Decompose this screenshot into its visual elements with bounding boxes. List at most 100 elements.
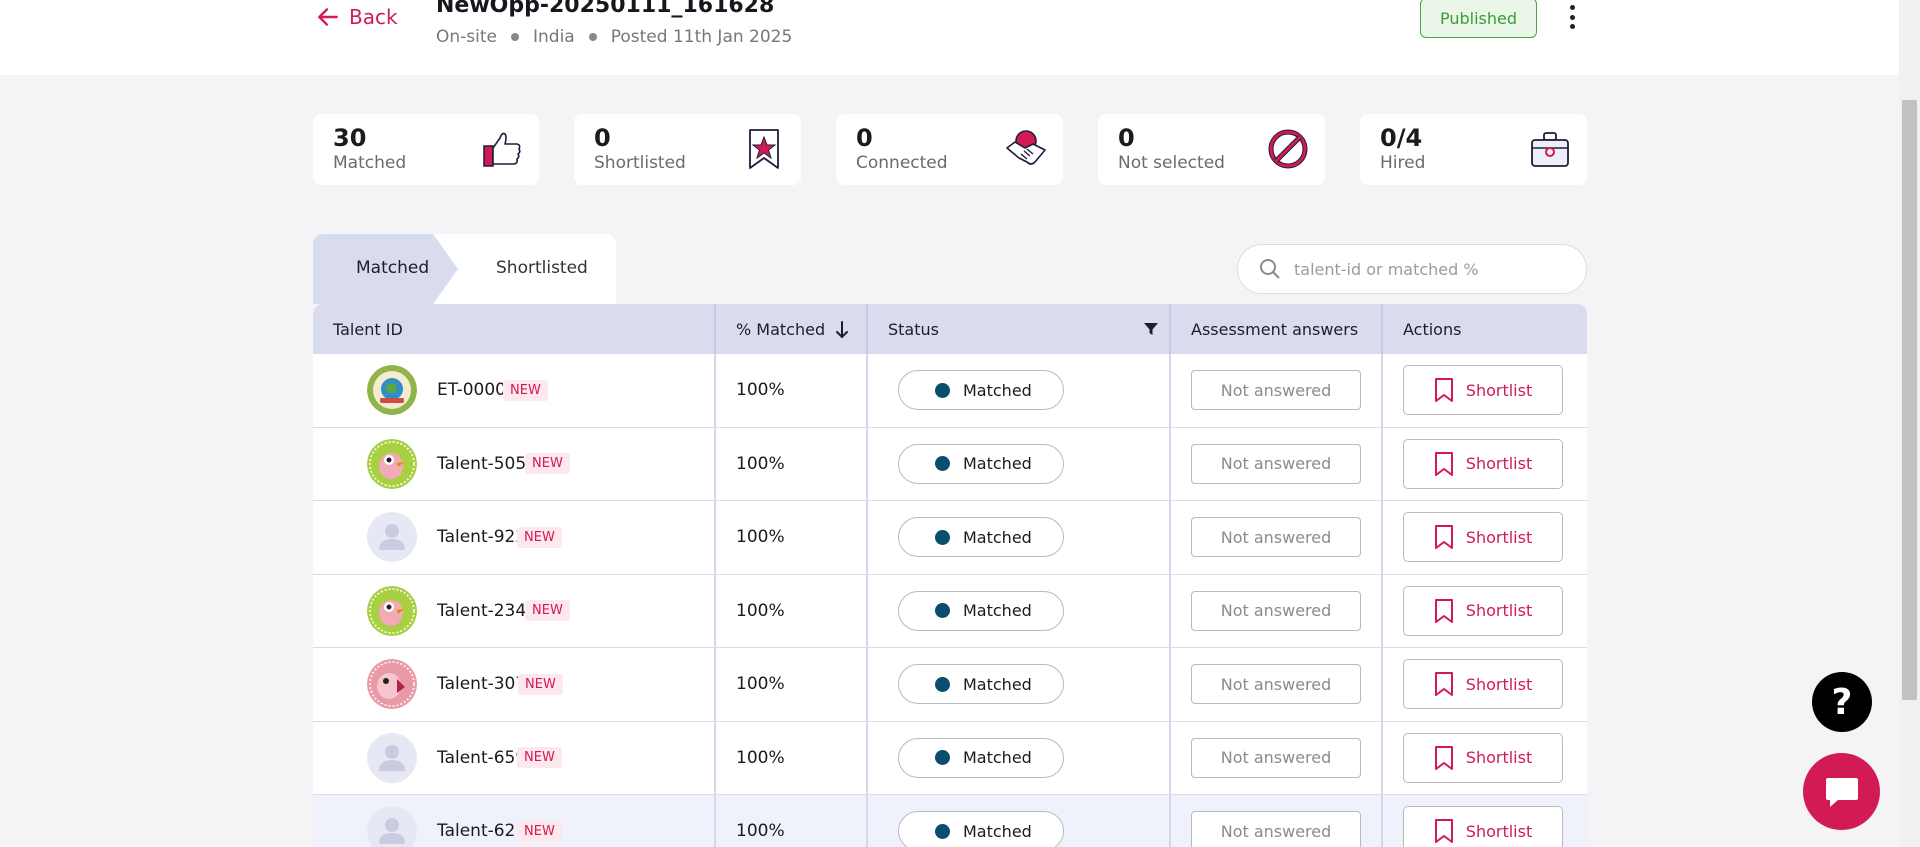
new-badge: NEW xyxy=(525,600,570,622)
shortlist-label: Shortlist xyxy=(1465,674,1533,694)
page-scrollbar[interactable] xyxy=(1899,0,1920,847)
column-percent-matched[interactable]: % Matched xyxy=(716,304,868,354)
table-row[interactable]: Talent-30747 NEW 100% Matched Not answer… xyxy=(313,648,1587,722)
new-badge: NEW xyxy=(517,820,562,842)
table-row[interactable]: Talent-62160 NEW 100% Matched Not answer… xyxy=(313,795,1587,847)
avatar xyxy=(367,365,417,416)
shortlist-button[interactable]: Shortlist xyxy=(1403,438,1563,489)
percent-matched: 100% xyxy=(736,380,785,401)
assessment-status: Not answered xyxy=(1191,664,1361,705)
tab-matched-label[interactable]: Matched xyxy=(356,258,429,278)
shortlist-button[interactable]: Shortlist xyxy=(1403,732,1563,783)
bookmark-star-icon xyxy=(749,129,779,169)
shortlist-button[interactable]: Shortlist xyxy=(1403,585,1563,636)
status-pill: Matched xyxy=(898,370,1064,411)
tab-shortlisted[interactable]: Shortlisted xyxy=(496,258,588,278)
chat-bubble-icon xyxy=(1825,777,1858,807)
cell-talent-id: Talent-62160 NEW xyxy=(313,795,716,847)
assessment-status: Not answered xyxy=(1191,811,1361,847)
shortlist-button[interactable]: Shortlist xyxy=(1403,659,1563,710)
cell-percent-matched: 100% xyxy=(716,795,868,847)
table-row[interactable]: ET-00003 NEW 100% Matched Not answered S… xyxy=(313,354,1587,428)
posted-date: Posted 11th Jan 2025 xyxy=(610,27,793,47)
cell-percent-matched: 100% xyxy=(716,427,868,500)
cell-assessment: Not answered xyxy=(1171,354,1383,427)
shortlist-button[interactable]: Shortlist xyxy=(1403,512,1563,563)
cell-assessment: Not answered xyxy=(1171,501,1383,574)
table-row[interactable]: Talent-23490 NEW 100% Matched Not answer… xyxy=(313,574,1587,648)
avatar xyxy=(367,732,417,783)
cell-status: Matched xyxy=(868,501,1171,574)
cell-assessment: Not answered xyxy=(1171,795,1383,847)
bookmark-icon xyxy=(1434,745,1453,770)
bookmark-icon xyxy=(1434,378,1453,403)
bookmark-icon xyxy=(1434,525,1453,550)
cell-percent-matched: 100% xyxy=(716,721,868,794)
shortlist-label: Shortlist xyxy=(1465,748,1533,768)
status-pill: Matched xyxy=(898,443,1064,484)
search-box xyxy=(1237,244,1587,294)
cell-status: Matched xyxy=(868,574,1171,647)
new-badge: NEW xyxy=(525,453,570,475)
table-row[interactable]: Talent-65923 NEW 100% Matched Not answer… xyxy=(313,721,1587,795)
separator-dot xyxy=(588,33,597,41)
percent-matched: 100% xyxy=(736,600,785,621)
table-row[interactable]: Talent-50533 NEW 100% Matched Not answer… xyxy=(313,427,1587,501)
new-badge: NEW xyxy=(517,747,562,769)
bookmark-icon xyxy=(1434,819,1453,844)
shortlist-button[interactable]: Shortlist xyxy=(1403,806,1563,847)
cell-percent-matched: 100% xyxy=(716,648,868,721)
bookmark-icon xyxy=(1434,598,1453,623)
bookmark-icon xyxy=(1434,672,1453,697)
more-options-icon[interactable] xyxy=(1561,2,1583,32)
thumbs-up-icon xyxy=(483,132,521,167)
status-label: Matched xyxy=(963,748,1032,768)
status-dot xyxy=(935,382,950,398)
cell-assessment: Not answered xyxy=(1171,648,1383,721)
back-button[interactable]: Back xyxy=(315,4,398,30)
help-button[interactable]: ? xyxy=(1812,672,1872,732)
shortlist-button[interactable]: Shortlist xyxy=(1403,365,1563,416)
status-dot xyxy=(935,529,950,545)
cell-actions: Shortlist xyxy=(1383,354,1587,427)
work-mode: On-site xyxy=(436,27,497,47)
status-pill: Matched xyxy=(898,590,1064,631)
top-bar: Back NewOpp-20250111_161628 On-site Indi… xyxy=(0,0,1899,75)
tab-bar: Matched Shortlisted xyxy=(313,234,616,304)
status-pill: Matched xyxy=(898,664,1064,705)
arrow-left-icon xyxy=(318,8,338,26)
search-input[interactable] xyxy=(1294,259,1564,279)
cell-actions: Shortlist xyxy=(1383,575,1587,648)
status-dot xyxy=(935,676,950,692)
cell-actions: Shortlist xyxy=(1383,722,1587,795)
assessment-status: Not answered xyxy=(1191,370,1361,411)
new-badge: NEW xyxy=(517,526,562,548)
stat-card-not-selected: 0 Not selected xyxy=(1098,114,1325,185)
chat-button[interactable] xyxy=(1803,753,1880,830)
scrollbar-thumb[interactable] xyxy=(1902,100,1917,700)
avatar xyxy=(367,438,417,489)
cell-assessment: Not answered xyxy=(1171,427,1383,500)
shortlist-label: Shortlist xyxy=(1465,527,1533,547)
avatar xyxy=(367,512,417,563)
column-status[interactable]: Status xyxy=(868,304,1171,354)
search-icon xyxy=(1260,259,1280,279)
handshake-icon xyxy=(1006,130,1046,165)
bookmark-icon xyxy=(1434,451,1453,476)
cell-assessment: Not answered xyxy=(1171,721,1383,794)
assessment-status: Not answered xyxy=(1191,737,1361,778)
assessment-status: Not answered xyxy=(1191,517,1361,558)
column-assessment-answers: Assessment answers xyxy=(1171,304,1383,354)
column-talent-id: Talent ID xyxy=(313,304,716,354)
location: India xyxy=(533,27,575,47)
table-header: Talent ID % Matched Status Assessment an… xyxy=(313,304,1587,354)
column-percent-matched-label: % Matched xyxy=(736,319,826,339)
cell-actions: Shortlist xyxy=(1383,795,1587,847)
status-pill: Matched xyxy=(898,811,1064,847)
table-row[interactable]: Talent-92241 NEW 100% Matched Not answer… xyxy=(313,501,1587,575)
filter-icon[interactable] xyxy=(1144,322,1158,336)
cell-talent-id: Talent-30747 NEW xyxy=(313,648,716,721)
status-dot xyxy=(935,456,950,472)
cell-status: Matched xyxy=(868,354,1171,427)
sort-down-arrow-icon[interactable] xyxy=(834,321,850,339)
